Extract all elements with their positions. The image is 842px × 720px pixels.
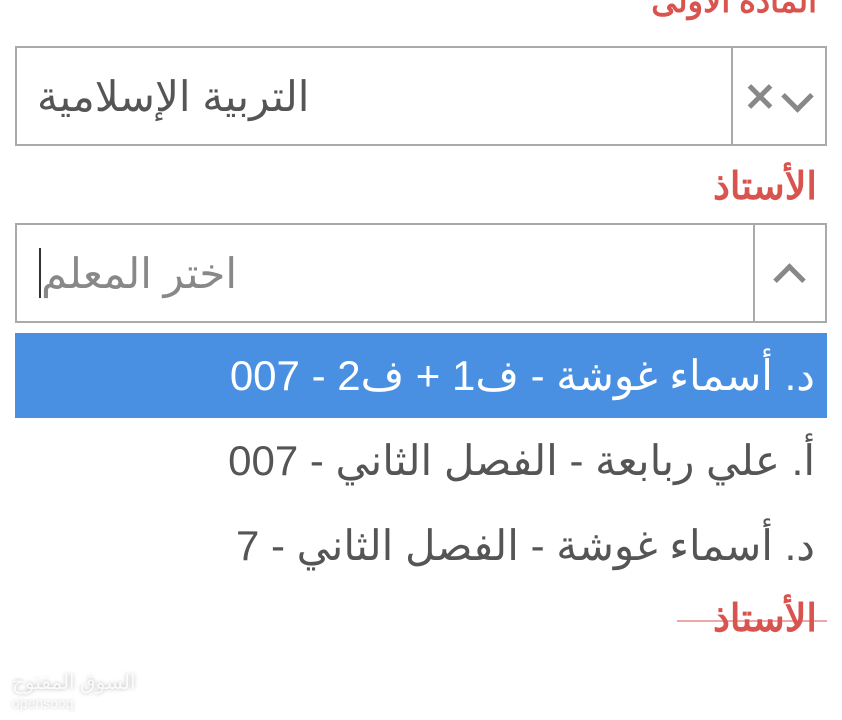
dropdown-option[interactable]: د. أسماء غوشة - الفصل الثاني - 7 <box>15 503 827 588</box>
teacher-select-placeholder: اختر المعلم <box>17 225 753 321</box>
subject-label-partial: المادة الأولى <box>15 0 827 20</box>
subject-select[interactable]: التربية الإسلامية <box>15 46 827 146</box>
chevron-up-icon[interactable] <box>775 258 805 288</box>
dropdown-option[interactable]: د. أسماء غوشة - ف1 + ف2 - 007 <box>15 333 827 418</box>
watermark: السوق المفتوح opensooq <box>12 671 136 712</box>
dropdown-option[interactable]: أ. علي ربابعة - الفصل الثاني - 007 <box>15 418 827 503</box>
chevron-down-icon[interactable] <box>783 81 813 111</box>
subject-select-value: التربية الإسلامية <box>17 48 731 144</box>
teacher-label: الأستاذ <box>15 164 827 209</box>
teacher-label-repeat: الأستاذ <box>15 596 827 641</box>
teacher-dropdown-list: د. أسماء غوشة - ف1 + ف2 - 007 أ. علي ربا… <box>15 333 827 588</box>
text-cursor <box>39 248 41 298</box>
clear-icon[interactable] <box>745 81 775 111</box>
teacher-select[interactable]: اختر المعلم <box>15 223 827 323</box>
